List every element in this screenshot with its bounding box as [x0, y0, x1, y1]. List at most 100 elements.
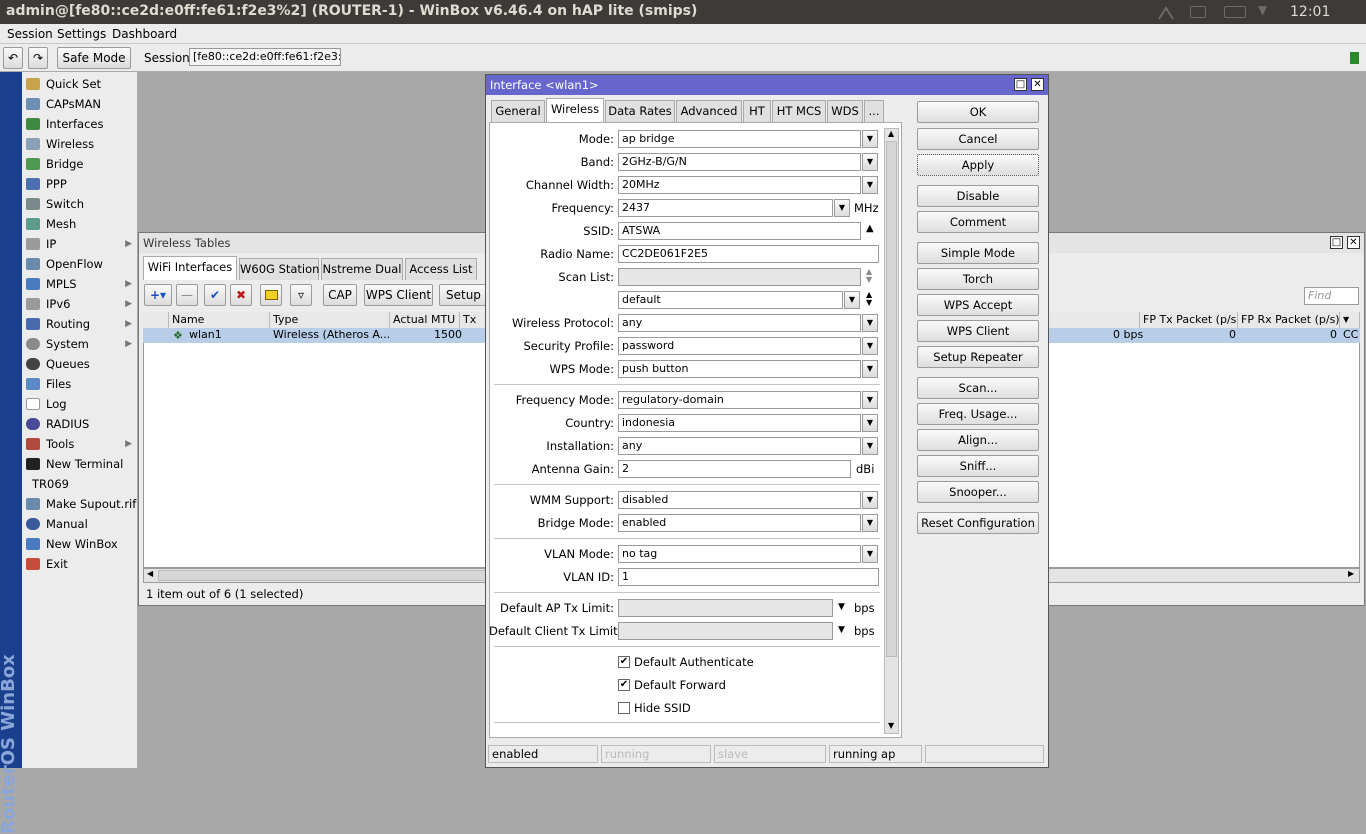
sidebar-item-system[interactable]: System ▶: [22, 334, 138, 354]
channel-width-select[interactable]: 20MHz: [618, 176, 861, 194]
wmm-support-dropdown-icon[interactable]: ▼: [862, 491, 878, 509]
sidebar-item-queues[interactable]: Queues: [22, 354, 138, 374]
table-col-name[interactable]: Name: [169, 312, 270, 328]
add-button[interactable]: +▾: [144, 284, 172, 306]
close-icon[interactable]: ✕: [1347, 236, 1360, 249]
sidebar-item-wireless[interactable]: Wireless: [22, 134, 138, 154]
scroll-right-icon[interactable]: ▶: [1348, 569, 1354, 578]
sidebar-item-log[interactable]: Log: [22, 394, 138, 414]
column-chooser-button[interactable]: ▼: [1340, 312, 1360, 328]
ssid-collapse-icon[interactable]: ▲: [866, 223, 874, 234]
setup-repeater-button[interactable]: Setup R: [439, 284, 487, 306]
tab-ht-mcs[interactable]: HT MCS: [772, 100, 826, 122]
wps-mode-select[interactable]: push button: [618, 360, 861, 378]
wireless-protocol-dropdown-icon[interactable]: ▼: [862, 314, 878, 332]
comment-button[interactable]: [260, 284, 282, 306]
torch-button[interactable]: Torch: [917, 268, 1039, 290]
enable-button[interactable]: ✔: [204, 284, 226, 306]
tab-w60g-station[interactable]: W60G Station: [239, 258, 319, 280]
hide-ssid-checkbox[interactable]: [618, 702, 630, 714]
align-button[interactable]: Align...: [917, 429, 1039, 451]
table-col-actual-mtu[interactable]: Actual MTU: [390, 312, 460, 328]
ssid-input[interactable]: ATSWA: [618, 222, 861, 240]
undo-button[interactable]: ↶: [3, 47, 23, 69]
sidebar-item-mesh[interactable]: Mesh: [22, 214, 138, 234]
menu-dashboard[interactable]: Dashboard: [112, 27, 177, 41]
tab-ht[interactable]: HT: [743, 100, 771, 122]
tab-wireless[interactable]: Wireless: [546, 98, 604, 122]
mode-select[interactable]: ap bridge: [618, 130, 861, 148]
scrollbar-thumb[interactable]: [158, 570, 488, 581]
sidebar-item-quick-set[interactable]: Quick Set: [22, 74, 138, 94]
wps-accept-button[interactable]: WPS Accept: [917, 294, 1039, 316]
apply-button[interactable]: Apply: [917, 154, 1039, 176]
freq-usage-button[interactable]: Freq. Usage...: [917, 403, 1039, 425]
sidebar-item-manual[interactable]: Manual: [22, 514, 138, 534]
scan-list-updown-icon[interactable]: ▲ ▼: [866, 268, 872, 284]
security-profile-select[interactable]: password: [618, 337, 861, 355]
tab-general[interactable]: General: [491, 100, 545, 122]
vertical-scrollbar[interactable]: ▲ ▼: [884, 128, 899, 734]
sidebar-item-ppp[interactable]: PPP: [22, 174, 138, 194]
cap-button[interactable]: CAP: [323, 284, 357, 306]
clock[interactable]: 12:01: [1290, 4, 1330, 20]
table-col-fp-tx-packet[interactable]: FP Tx Packet (p/s): [1140, 312, 1238, 328]
safe-mode-button[interactable]: Safe Mode: [57, 47, 131, 69]
scrollbar-thumb[interactable]: [886, 141, 897, 657]
default-forward-checkbox[interactable]: ✔: [618, 679, 630, 691]
cancel-button[interactable]: Cancel: [917, 128, 1039, 150]
volume-tray-icon[interactable]: ▼: [1258, 3, 1274, 17]
wireless-protocol-select[interactable]: any: [618, 314, 861, 332]
sidebar-item-capsman[interactable]: CAPsMAN: [22, 94, 138, 114]
country-dropdown-icon[interactable]: ▼: [862, 414, 878, 432]
sidebar-item-mpls[interactable]: MPLS ▶: [22, 274, 138, 294]
bridge-mode-dropdown-icon[interactable]: ▼: [862, 514, 878, 532]
sidebar-item-make-supout[interactable]: Make Supout.rif: [22, 494, 138, 514]
wmm-support-select[interactable]: disabled: [618, 491, 861, 509]
band-dropdown-icon[interactable]: ▼: [862, 153, 878, 171]
table-row[interactable]: ❖ wlan1 Wireless (Atheros A... 1500: [143, 328, 487, 343]
sidebar-item-openflow[interactable]: OpenFlow: [22, 254, 138, 274]
frequency-mode-select[interactable]: regulatory-domain: [618, 391, 861, 409]
sidebar-item-interfaces[interactable]: Interfaces: [22, 114, 138, 134]
band-select[interactable]: 2GHz-B/G/N: [618, 153, 861, 171]
table-row-continued[interactable]: 0 bps 0 0 CC: [1047, 328, 1360, 343]
table-col-tx[interactable]: Tx: [460, 312, 487, 328]
scan-list-add-remove-icon[interactable]: ▲ ▼: [866, 291, 872, 307]
snooper-button[interactable]: Snooper...: [917, 481, 1039, 503]
menu-session[interactable]: Session: [7, 27, 53, 41]
default-ap-tx-limit-input[interactable]: [618, 599, 833, 617]
interface-dialog-titlebar[interactable]: Interface <wlan1>: [486, 75, 1048, 95]
bridge-mode-select[interactable]: enabled: [618, 514, 861, 532]
disable-button[interactable]: ✖: [230, 284, 252, 306]
network-tray-icon[interactable]: [1158, 6, 1174, 20]
reset-configuration-button[interactable]: Reset Configuration: [917, 512, 1039, 534]
filter-button[interactable]: ▿: [290, 284, 312, 306]
frequency-mode-dropdown-icon[interactable]: ▼: [862, 391, 878, 409]
sidebar-item-new-terminal[interactable]: New Terminal: [22, 454, 138, 474]
default-client-tx-limit-dropdown-icon[interactable]: ▼: [838, 625, 845, 635]
security-profile-dropdown-icon[interactable]: ▼: [862, 337, 878, 355]
session-field[interactable]: [fe80::ce2d:e0ff:fe61:f2e3:2]: [189, 48, 341, 66]
scroll-up-icon[interactable]: ▲: [888, 129, 894, 138]
default-client-tx-limit-input[interactable]: [618, 622, 833, 640]
default-authenticate-checkbox[interactable]: ✔: [618, 656, 630, 668]
tab-wds[interactable]: WDS: [827, 100, 863, 122]
scan-list-default-select[interactable]: default: [618, 291, 843, 309]
tab-nstreme-dual[interactable]: Nstreme Dual: [321, 258, 403, 280]
table-col-rx-rate[interactable]: [1047, 312, 1140, 328]
sidebar-item-tools[interactable]: Tools ▶: [22, 434, 138, 454]
table-col-fp-rx-packet[interactable]: FP Rx Packet (p/s): [1238, 312, 1340, 328]
tab-wifi-interfaces[interactable]: WiFi Interfaces: [143, 256, 237, 280]
vlan-mode-dropdown-icon[interactable]: ▼: [862, 545, 878, 563]
radio-name-input[interactable]: CC2DE061F2E5: [618, 245, 879, 263]
wps-client-button[interactable]: WPS Client: [364, 284, 433, 306]
scan-list-input[interactable]: [618, 268, 861, 286]
battery-tray-icon[interactable]: [1224, 6, 1246, 18]
sidebar-item-switch[interactable]: Switch: [22, 194, 138, 214]
table-col-flags[interactable]: [143, 312, 169, 328]
maximize-icon[interactable]: □: [1330, 236, 1343, 249]
wps-mode-dropdown-icon[interactable]: ▼: [862, 360, 878, 378]
mode-dropdown-icon[interactable]: ▼: [862, 130, 878, 148]
keyboard-tray-icon[interactable]: [1190, 6, 1206, 18]
